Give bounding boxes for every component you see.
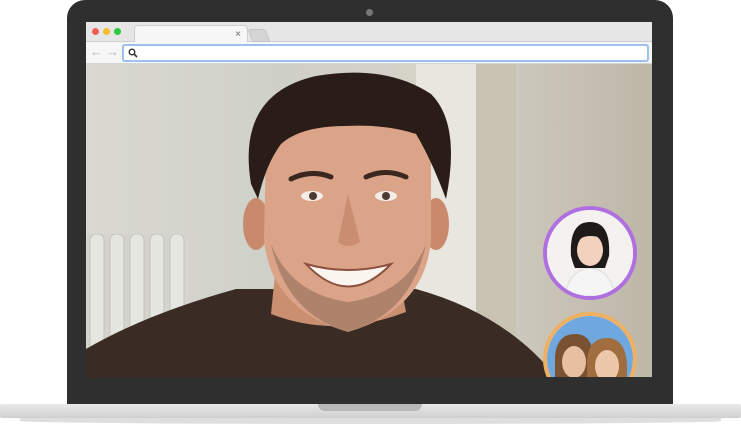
close-window-button[interactable] [92, 28, 99, 35]
search-icon [128, 48, 138, 58]
forward-arrow-icon[interactable]: → [106, 44, 119, 60]
minimize-window-button[interactable] [103, 28, 110, 35]
video-call-main-feed [86, 64, 652, 377]
browser-toolbar: ← → [86, 42, 652, 64]
camera-icon [366, 9, 373, 16]
maximize-window-button[interactable] [114, 28, 121, 35]
browser-tab[interactable]: × [134, 25, 248, 43]
new-tab-button[interactable] [247, 29, 271, 42]
address-bar[interactable] [122, 44, 649, 62]
laptop-base-notch [318, 404, 422, 411]
laptop-screen: × ← → [86, 22, 652, 377]
browser-tab-strip: × [86, 22, 652, 43]
close-icon[interactable]: × [235, 26, 241, 43]
laptop-shadow [20, 418, 721, 424]
participant-avatar [547, 316, 633, 377]
participant-thumbnail[interactable] [543, 206, 637, 300]
back-arrow-icon[interactable]: ← [90, 44, 103, 60]
participant-avatar [547, 210, 633, 296]
